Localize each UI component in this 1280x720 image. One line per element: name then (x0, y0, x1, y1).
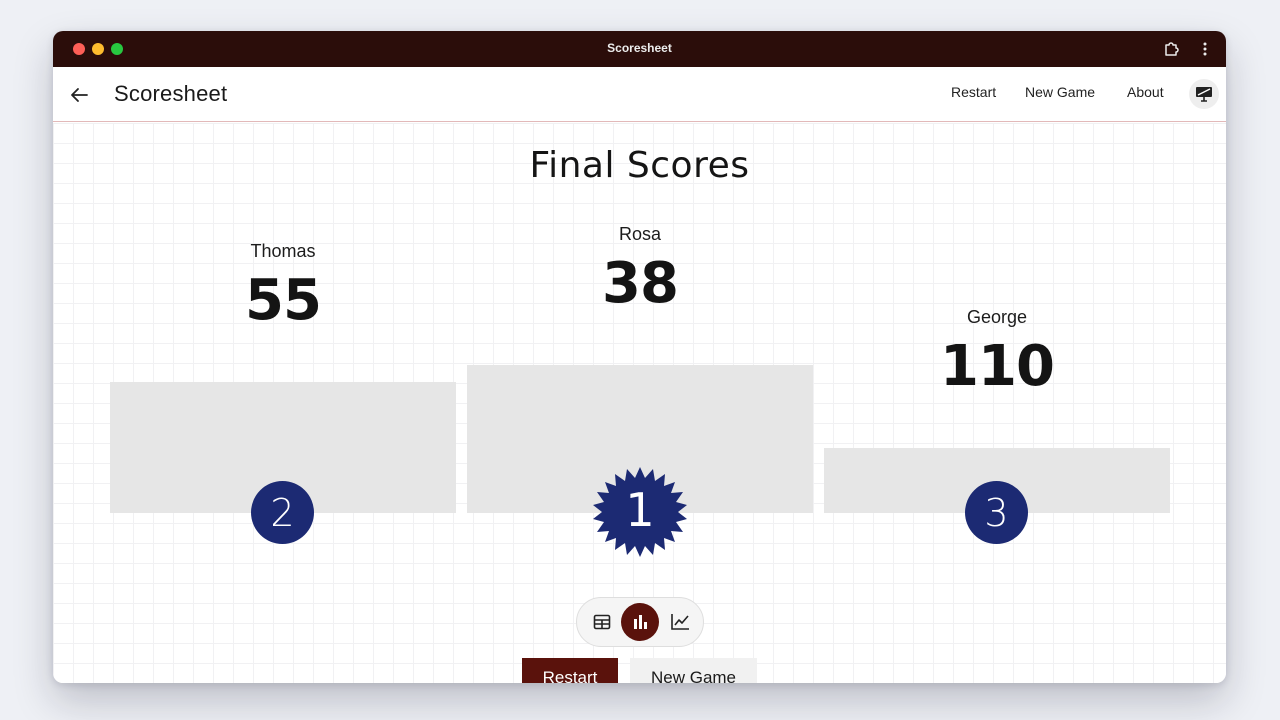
main-content: Final Scores Thomas 55 2 Rosa 38 1 Georg… (53, 123, 1226, 683)
nav-new-game-link[interactable]: New Game (1025, 84, 1095, 100)
table-view-button[interactable] (583, 603, 621, 641)
rank-number: 1 (625, 483, 655, 537)
app-title: Scoresheet (114, 81, 228, 106)
player-score: 55 (245, 268, 322, 333)
podium-player-george: George 110 (824, 307, 1170, 399)
app-window: Scoresheet Scoresheet Restart New Game A… (53, 31, 1226, 683)
view-toggle (576, 597, 704, 647)
cast-button[interactable] (1189, 79, 1219, 109)
cast-icon (1196, 87, 1212, 102)
puzzle-icon[interactable] (1162, 40, 1180, 58)
player-name: Thomas (250, 241, 316, 261)
player-name: Rosa (618, 224, 662, 244)
nav-about-link[interactable]: About (1127, 84, 1164, 100)
table-icon (593, 614, 611, 630)
bar-chart-view-button[interactable] (621, 603, 659, 641)
kebab-icon[interactable] (1196, 40, 1214, 58)
nav-restart-link[interactable]: Restart (951, 84, 996, 100)
bar-chart-icon (634, 615, 647, 629)
podium-player-rosa: Rosa 38 (467, 224, 813, 316)
rank-badge-second: 2 (251, 481, 314, 544)
new-game-button[interactable]: New Game (630, 658, 757, 683)
player-score: 38 (602, 251, 679, 316)
arrow-left-icon[interactable] (67, 83, 91, 107)
restart-button[interactable]: Restart (522, 658, 618, 683)
window-title: Scoresheet (607, 41, 672, 55)
player-name: George (966, 307, 1028, 327)
page-title: Final Scores (529, 145, 750, 186)
line-chart-icon (671, 614, 689, 630)
line-chart-view-button[interactable] (661, 603, 699, 641)
podium-player-thomas: Thomas 55 (110, 241, 456, 333)
player-score: 110 (940, 334, 1055, 399)
app-bar: Scoresheet Restart New Game About (53, 67, 1226, 122)
window-titlebar: Scoresheet (53, 31, 1226, 67)
rank-badge-third: 3 (965, 481, 1028, 544)
rank-badge-first: 1 (593, 465, 687, 559)
